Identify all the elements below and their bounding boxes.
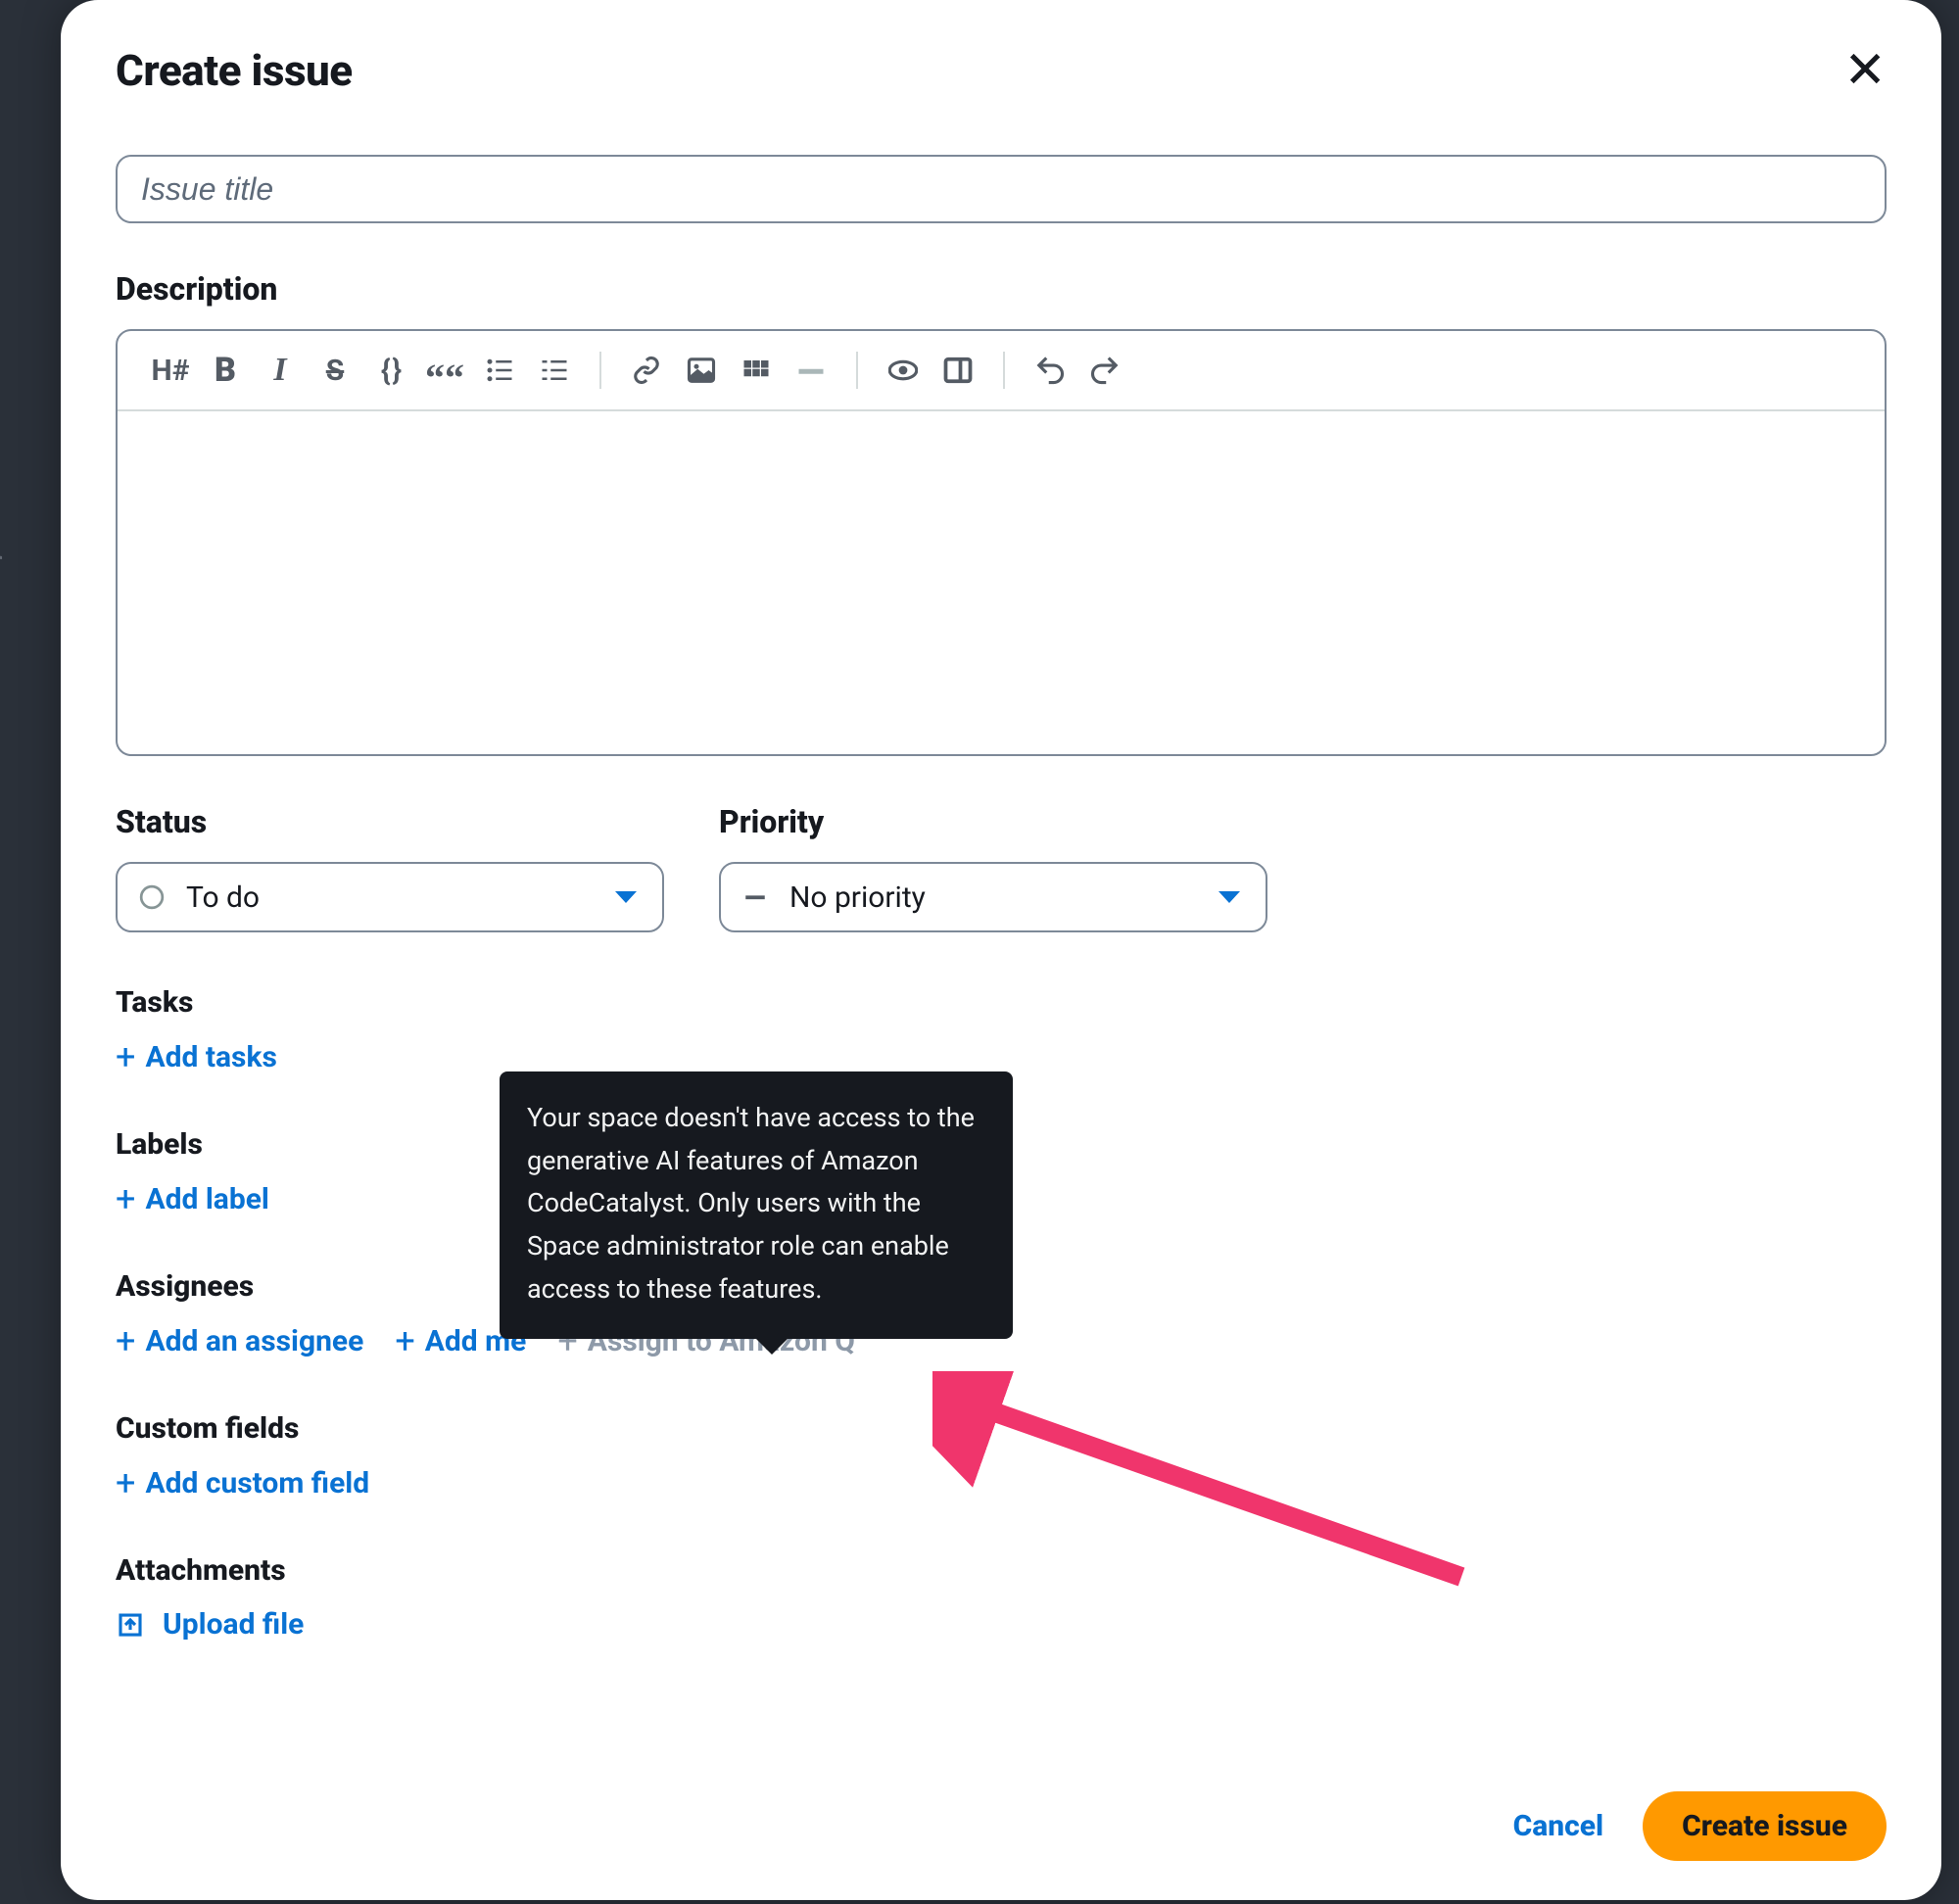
- undo-icon[interactable]: [1023, 349, 1077, 392]
- image-icon[interactable]: [674, 349, 729, 392]
- no-priority-icon: [742, 884, 768, 910]
- toolbar-separator: [1003, 352, 1005, 389]
- status-value: To do: [186, 881, 260, 915]
- close-icon[interactable]: ✕: [1843, 45, 1887, 96]
- modal-header: Create issue ✕: [116, 45, 1887, 96]
- priority-select[interactable]: No priority: [719, 862, 1267, 932]
- side-panel-icon[interactable]: [931, 349, 985, 392]
- plus-icon: +: [116, 1465, 135, 1500]
- cancel-button[interactable]: Cancel: [1513, 1809, 1604, 1843]
- italic-icon[interactable]: I: [253, 349, 308, 392]
- toolbar-separator: [856, 352, 858, 389]
- strikethrough-icon[interactable]: S: [308, 349, 362, 392]
- quote-icon[interactable]: ““: [417, 349, 472, 392]
- add-assignee-button[interactable]: + Add an assignee: [116, 1323, 363, 1358]
- add-custom-field-button[interactable]: + Add custom field: [116, 1465, 1887, 1500]
- heading-icon[interactable]: H#: [143, 349, 198, 392]
- code-icon[interactable]: { }: [362, 349, 417, 392]
- modal-footer: Cancel Create issue: [116, 1752, 1887, 1861]
- divider-icon[interactable]: [784, 349, 838, 392]
- plus-icon: +: [116, 1181, 135, 1216]
- chevron-down-icon: [615, 891, 637, 903]
- status-select[interactable]: To do: [116, 862, 664, 932]
- preview-icon[interactable]: [876, 349, 931, 392]
- add-tasks-button[interactable]: + Add tasks: [116, 1039, 1887, 1074]
- description-textarea[interactable]: [118, 411, 1885, 754]
- redo-icon[interactable]: [1077, 349, 1132, 392]
- table-icon[interactable]: [729, 349, 784, 392]
- editor-toolbar: H# B I S { } ““: [118, 331, 1885, 411]
- upload-file-button[interactable]: Upload file: [116, 1607, 1887, 1642]
- backdrop-text: our: [0, 543, 3, 584]
- upload-icon: [116, 1610, 145, 1640]
- create-issue-button[interactable]: Create issue: [1643, 1791, 1887, 1861]
- priority-label: Priority: [719, 803, 1267, 840]
- plus-icon: +: [116, 1323, 135, 1358]
- ordered-list-icon[interactable]: [527, 349, 582, 392]
- plus-icon: +: [395, 1323, 414, 1358]
- amazon-q-tooltip: Your space doesn't have access to the ge…: [500, 1071, 1013, 1339]
- issue-title-input[interactable]: [116, 155, 1887, 223]
- tasks-label: Tasks: [116, 985, 1887, 1020]
- attachments-label: Attachments: [116, 1553, 1887, 1588]
- create-issue-modal: Create issue ✕ Description H# B I S { } …: [61, 0, 1941, 1900]
- bullet-list-icon[interactable]: [472, 349, 527, 392]
- modal-title: Create issue: [116, 45, 353, 96]
- chevron-down-icon: [1218, 891, 1240, 903]
- status-label: Status: [116, 803, 664, 840]
- priority-value: No priority: [789, 881, 926, 915]
- description-editor: H# B I S { } ““: [116, 329, 1887, 756]
- description-label: Description: [116, 270, 1887, 308]
- plus-icon: +: [116, 1039, 135, 1074]
- custom-fields-label: Custom fields: [116, 1411, 1887, 1446]
- toolbar-separator: [599, 352, 601, 389]
- status-todo-icon: [139, 884, 165, 910]
- link-icon[interactable]: [619, 349, 674, 392]
- bold-icon[interactable]: B: [198, 349, 253, 392]
